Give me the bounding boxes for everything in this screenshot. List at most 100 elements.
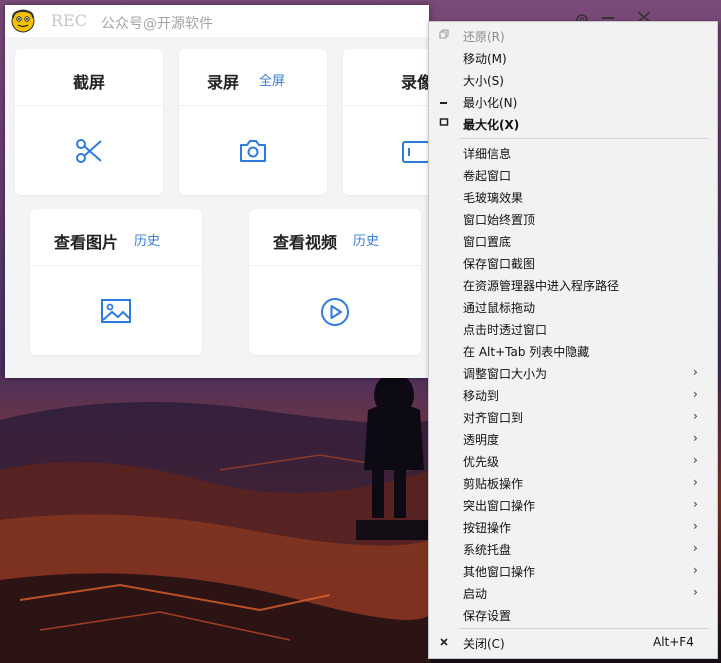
menu-item-maximize[interactable]: 最大化(X) bbox=[429, 112, 717, 134]
camera-icon bbox=[240, 140, 266, 162]
restore-icon bbox=[439, 29, 449, 39]
card-title: 查看图片 bbox=[54, 233, 119, 252]
menu-item-label: 优先级 bbox=[463, 455, 500, 469]
card-title: 截屏 bbox=[73, 73, 106, 92]
account-label: 公众号@开源软件 bbox=[101, 16, 213, 32]
history-link[interactable]: 历史 bbox=[353, 230, 379, 249]
menu-item-label: 对齐窗口到 bbox=[463, 411, 524, 425]
menu-item-frosted-glass[interactable]: 毛玻璃效果 bbox=[429, 185, 717, 207]
menu-item-button-actions[interactable]: 按钮操作 › bbox=[429, 515, 717, 537]
menu-item-label: 大小(S) bbox=[463, 74, 504, 88]
menu-item-label: 窗口置底 bbox=[463, 235, 512, 249]
minimize-glyph-icon bbox=[440, 102, 447, 104]
menu-item-label: 点击时透过窗口 bbox=[463, 323, 548, 337]
chevron-right-icon: › bbox=[693, 563, 698, 577]
menu-item-align-to[interactable]: 对齐窗口到 › bbox=[429, 405, 717, 427]
menu-item-minimize[interactable]: 最小化(N) bbox=[429, 90, 717, 112]
fullscreen-link[interactable]: 全屏 bbox=[259, 70, 285, 89]
menu-item-drag-by-mouse[interactable]: 通过鼠标拖动 bbox=[429, 295, 717, 317]
chevron-right-icon: › bbox=[693, 453, 698, 467]
menu-item-hide-alt-tab[interactable]: 在 Alt+Tab 列表中隐藏 bbox=[429, 339, 717, 361]
menu-item-click-through[interactable]: 点击时透过窗口 bbox=[429, 317, 717, 339]
play-circle-icon bbox=[321, 298, 349, 326]
menu-item-startup[interactable]: 启动 › bbox=[429, 581, 717, 603]
menu-item-size[interactable]: 大小(S) bbox=[429, 68, 717, 90]
menu-item-label: 剪贴板操作 bbox=[463, 477, 524, 491]
card-header: 录屏 全屏 bbox=[179, 49, 327, 106]
menu-item-details[interactable]: 详细信息 bbox=[429, 141, 717, 163]
menu-item-label: 启动 bbox=[463, 587, 488, 601]
chevron-right-icon: › bbox=[693, 541, 698, 555]
card-header: 截屏 bbox=[15, 49, 163, 106]
menu-item-label: 保存设置 bbox=[463, 609, 512, 623]
menu-item-save-settings[interactable]: 保存设置 bbox=[429, 603, 717, 625]
menu-item-highlight-window[interactable]: 突出窗口操作 › bbox=[429, 493, 717, 515]
menu-item-label: 移动到 bbox=[463, 389, 500, 403]
menu-item-label: 按钮操作 bbox=[463, 521, 512, 535]
chevron-right-icon: › bbox=[693, 519, 698, 533]
menu-item-resize-to[interactable]: 调整窗口大小为 › bbox=[429, 361, 717, 383]
menu-item-move[interactable]: 移动(M) bbox=[429, 46, 717, 68]
menu-separator bbox=[459, 138, 709, 139]
menu-item-label: 通过鼠标拖动 bbox=[463, 301, 536, 315]
menu-item-label: 窗口始终置顶 bbox=[463, 213, 536, 227]
menu-item-label: 毛玻璃效果 bbox=[463, 191, 524, 205]
chevron-right-icon: › bbox=[693, 475, 698, 489]
chevron-right-icon: › bbox=[693, 387, 698, 401]
menu-item-system-tray[interactable]: 系统托盘 › bbox=[429, 537, 717, 559]
title-bar[interactable]: REC 公众号@开源软件 bbox=[5, 5, 588, 37]
chevron-right-icon: › bbox=[693, 585, 698, 599]
card-screenshot[interactable]: 截屏 bbox=[15, 49, 163, 195]
menu-item-label: 保存窗口截图 bbox=[463, 257, 536, 271]
scissors-icon bbox=[76, 139, 102, 163]
chevron-right-icon: › bbox=[693, 497, 698, 511]
menu-item-label: 透明度 bbox=[463, 433, 500, 447]
menu-item-label: 详细信息 bbox=[463, 147, 512, 161]
menu-item-label: 突出窗口操作 bbox=[463, 499, 536, 513]
app-name: REC bbox=[51, 11, 87, 30]
menu-item-label: 最小化(N) bbox=[463, 96, 518, 110]
card-view-images[interactable]: 查看图片 历史 bbox=[30, 209, 202, 355]
menu-item-save-screenshot[interactable]: 保存窗口截图 bbox=[429, 251, 717, 273]
menu-item-label: 系统托盘 bbox=[463, 543, 512, 557]
history-link[interactable]: 历史 bbox=[134, 230, 160, 249]
menu-item-label: 在资源管理器中进入程序路径 bbox=[463, 279, 620, 293]
menu-item-label: 在 Alt+Tab 列表中隐藏 bbox=[463, 345, 590, 359]
menu-item-shortcut: Alt+F4 bbox=[653, 635, 694, 649]
window-icon bbox=[402, 141, 430, 163]
menu-item-other-window-actions[interactable]: 其他窗口操作 › bbox=[429, 559, 717, 581]
menu-item-roll-up[interactable]: 卷起窗口 bbox=[429, 163, 717, 185]
window-context-menu: 还原(R) 移动(M) 大小(S) 最小化(N) 最大化(X) 详细信息 卷起窗… bbox=[428, 21, 718, 659]
menu-item-open-program-path[interactable]: 在资源管理器中进入程序路径 bbox=[429, 273, 717, 295]
menu-item-send-to-bottom[interactable]: 窗口置底 bbox=[429, 229, 717, 251]
menu-item-opacity[interactable]: 透明度 › bbox=[429, 427, 717, 449]
menu-item-priority[interactable]: 优先级 › bbox=[429, 449, 717, 471]
menu-item-label: 卷起窗口 bbox=[463, 169, 512, 183]
chevron-right-icon: › bbox=[693, 431, 698, 445]
menu-item-label: 还原(R) bbox=[463, 30, 505, 44]
menu-item-always-on-top[interactable]: 窗口始终置顶 bbox=[429, 207, 717, 229]
menu-separator bbox=[459, 628, 709, 629]
card-title: 录屏 bbox=[207, 73, 240, 92]
close-glyph-icon bbox=[440, 638, 448, 646]
card-title: 查看视频 bbox=[273, 233, 338, 252]
menu-item-label: 移动(M) bbox=[463, 52, 507, 66]
app-window: REC 公众号@开源软件 截屏 录屏 全屏 录像 查看图片 历史 查看视频 历史 bbox=[5, 5, 588, 378]
chevron-right-icon: › bbox=[693, 409, 698, 423]
menu-item-label: 关闭(C) bbox=[463, 637, 505, 651]
menu-item-close[interactable]: 关闭(C) Alt+F4 bbox=[429, 631, 717, 653]
menu-item-label: 最大化(X) bbox=[463, 118, 520, 132]
menu-item-label: 其他窗口操作 bbox=[463, 565, 536, 579]
menu-item-clipboard[interactable]: 剪贴板操作 › bbox=[429, 471, 717, 493]
card-header: 查看视频 历史 bbox=[249, 209, 421, 266]
card-record[interactable]: 录屏 全屏 bbox=[179, 49, 327, 195]
card-view-videos[interactable]: 查看视频 历史 bbox=[249, 209, 421, 355]
maximize-glyph-icon bbox=[439, 118, 449, 126]
menu-item-label: 调整窗口大小为 bbox=[463, 367, 548, 381]
card-header: 查看图片 历史 bbox=[30, 209, 202, 266]
image-icon bbox=[101, 299, 131, 323]
chevron-right-icon: › bbox=[693, 365, 698, 379]
minimize-button[interactable] bbox=[602, 16, 616, 20]
menu-item-restore[interactable]: 还原(R) bbox=[429, 24, 717, 46]
menu-item-move-to[interactable]: 移动到 › bbox=[429, 383, 717, 405]
